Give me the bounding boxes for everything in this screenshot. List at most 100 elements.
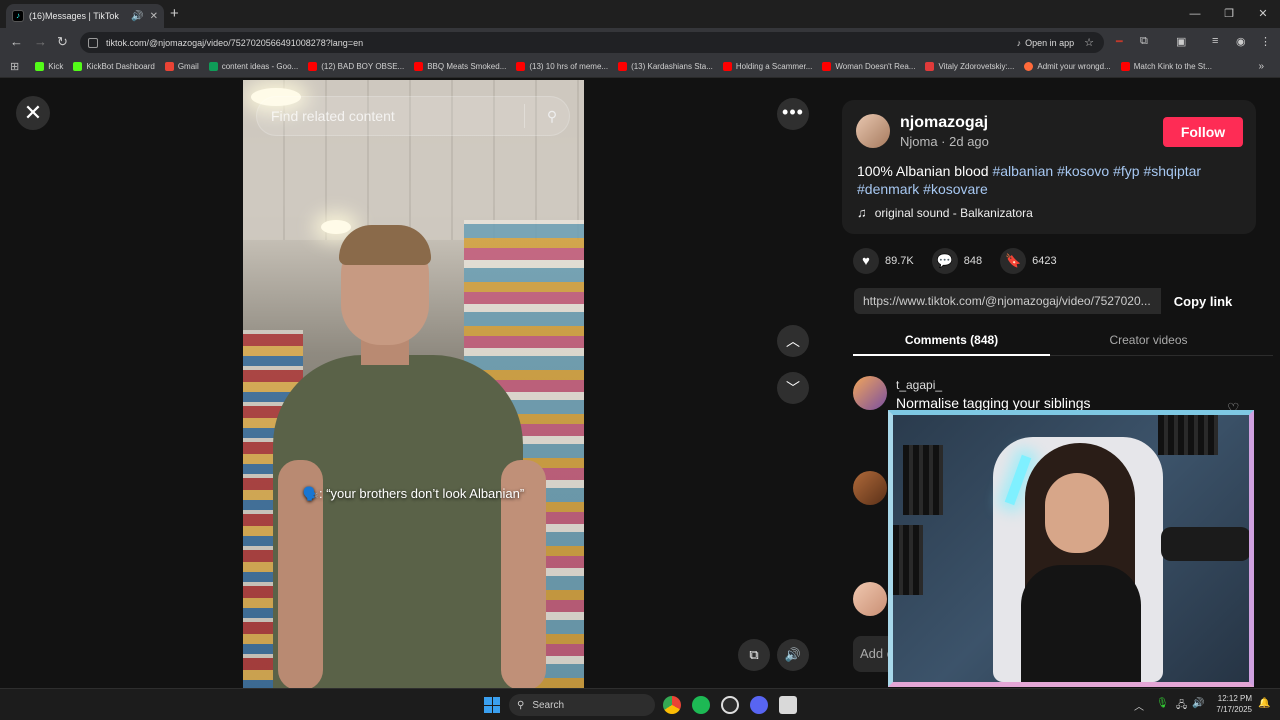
apps-grid-icon[interactable]: ⊞ bbox=[10, 60, 19, 73]
minimize-icon[interactable]: — bbox=[1178, 0, 1212, 28]
taskbar-search-label: Search bbox=[532, 699, 565, 711]
clock-date: 7/17/2025 bbox=[1216, 705, 1252, 714]
related-search-box[interactable]: ⚲ bbox=[256, 96, 570, 136]
speaker-icon[interactable]: 🔊 bbox=[131, 11, 143, 22]
related-search-input[interactable] bbox=[271, 108, 514, 124]
avatar[interactable] bbox=[856, 114, 890, 148]
app-icon[interactable] bbox=[779, 696, 797, 714]
comment-icon: 💬 bbox=[931, 248, 958, 274]
media-controls-icon[interactable]: ≡ bbox=[1212, 35, 1218, 47]
url-text[interactable]: tiktok.com/@njomazogaj/video/75270205664… bbox=[106, 38, 1017, 48]
taskbar-search[interactable]: ⚲ Search bbox=[509, 694, 655, 716]
bookmark-item[interactable]: Woman Doesn't Rea... bbox=[822, 62, 915, 71]
previous-video-button[interactable]: ︿ bbox=[777, 325, 809, 357]
copy-link-button[interactable]: Copy link bbox=[1161, 288, 1245, 314]
spotify-icon[interactable] bbox=[692, 696, 710, 714]
omnibox[interactable]: tiktok.com/@njomazogaj/video/75270205664… bbox=[80, 32, 1104, 53]
search-icon: ⚲ bbox=[517, 699, 525, 711]
more-bookmarks-icon[interactable]: » bbox=[1258, 61, 1264, 72]
tab-creator-videos[interactable]: Creator videos bbox=[1050, 326, 1247, 356]
hashtag[interactable]: #albanian bbox=[992, 163, 1053, 179]
bookmark-item[interactable]: Vitaly Zdorovetskiy:... bbox=[925, 62, 1014, 71]
next-video-button[interactable]: ﹀ bbox=[777, 372, 809, 404]
discord-icon[interactable] bbox=[750, 696, 768, 714]
speaker-icon[interactable]: 🔊 bbox=[1192, 698, 1204, 709]
hashtag[interactable]: #fyp bbox=[1113, 163, 1139, 179]
bookmark-item[interactable]: Holding a Scammer... bbox=[722, 62, 812, 71]
youtube-icon bbox=[308, 62, 318, 71]
bookmark-item[interactable]: Match Kink to the St... bbox=[1120, 62, 1212, 71]
profile-icon[interactable]: ◉ bbox=[1236, 35, 1246, 48]
clock-time: 12:12 PM bbox=[1217, 694, 1252, 703]
avatar[interactable] bbox=[853, 582, 887, 616]
search-icon[interactable]: ⚲ bbox=[535, 108, 569, 125]
extensions-puzzle-icon[interactable]: ⧉ bbox=[1140, 35, 1148, 48]
bookmark-item[interactable]: Kick bbox=[35, 62, 63, 71]
video-player[interactable]: 🗣️: “your brothers don’t look Albanian” bbox=[243, 80, 584, 688]
like-count: 89.7K bbox=[885, 255, 914, 267]
obs-icon[interactable] bbox=[721, 696, 739, 714]
avatar[interactable] bbox=[853, 376, 887, 410]
hashtag[interactable]: #shqiptar bbox=[1143, 163, 1201, 179]
avatar[interactable] bbox=[853, 471, 887, 505]
restore-icon[interactable]: ❐ bbox=[1212, 0, 1246, 28]
hashtag[interactable]: #denmark bbox=[857, 181, 919, 197]
close-tab-icon[interactable]: ✕ bbox=[150, 11, 158, 22]
bookmark-item[interactable]: KickBot Dashboard bbox=[73, 62, 155, 71]
youtube-icon bbox=[722, 62, 732, 71]
windows-start-icon[interactable] bbox=[484, 697, 500, 713]
extension-icon[interactable]: ━ bbox=[1116, 35, 1123, 48]
bookmark-item[interactable]: Admit your wrongd... bbox=[1024, 62, 1111, 71]
mini-player-button[interactable]: ⧉ bbox=[738, 639, 770, 671]
bookmark-item[interactable]: Gmail bbox=[164, 62, 199, 71]
tray-overflow-icon[interactable]: ︿ bbox=[1134, 698, 1144, 713]
follow-button[interactable]: Follow bbox=[1163, 117, 1243, 147]
forward-icon[interactable]: → bbox=[34, 34, 47, 49]
volume-button[interactable]: 🔊 bbox=[777, 639, 809, 671]
tab-bar: ♪ (16)Messages | TikTok 🔊 ✕ + — ❐ ✕ bbox=[0, 0, 1280, 28]
share-link-url[interactable]: https://www.tiktok.com/@njomazogaj/video… bbox=[854, 294, 1161, 308]
chevron-down-icon: ﹀ bbox=[786, 380, 800, 396]
taskbar-clock[interactable]: 12:12 PM 7/17/2025 bbox=[1212, 693, 1252, 715]
side-panel-icon[interactable]: ▣ bbox=[1176, 35, 1186, 48]
bookmark-item[interactable]: (12) BAD BOY OBSE... bbox=[308, 62, 404, 71]
microphone-icon[interactable]: 🎙 bbox=[1156, 698, 1169, 709]
chrome-icon[interactable] bbox=[663, 696, 681, 714]
post-description: 100% Albanian blood #albanian #kosovo #f… bbox=[857, 162, 1247, 198]
site-settings-icon[interactable] bbox=[88, 37, 98, 48]
bookmark-star-icon[interactable]: ☆ bbox=[1084, 36, 1094, 49]
more-options-button[interactable]: ••• bbox=[777, 98, 809, 130]
bookmark-item[interactable]: (13) Kardashians Sta... bbox=[618, 62, 713, 71]
et-icon bbox=[925, 62, 935, 71]
music-link[interactable]: ♫ original sound - Balkanizatora bbox=[857, 205, 1033, 220]
network-icon[interactable]: 🖧 bbox=[1176, 698, 1187, 715]
browser-tab[interactable]: ♪ (16)Messages | TikTok 🔊 ✕ bbox=[6, 4, 164, 28]
youtube-icon bbox=[618, 62, 628, 71]
like-button[interactable]: ♥ 89.7K bbox=[853, 248, 914, 274]
chevron-up-icon: ︿ bbox=[786, 333, 800, 349]
new-tab-icon[interactable]: + bbox=[170, 5, 179, 22]
tab-comments[interactable]: Comments (848) bbox=[853, 326, 1050, 356]
webcam-foam-panel bbox=[1158, 415, 1218, 455]
ellipsis-icon: ••• bbox=[782, 102, 804, 122]
bookmark-item[interactable]: BBQ Meats Smoked... bbox=[414, 62, 506, 71]
kick-icon bbox=[35, 62, 45, 71]
open-in-app-button[interactable]: ♪ Open in app bbox=[1017, 38, 1075, 48]
hashtag[interactable]: #kosovo bbox=[1057, 163, 1109, 179]
menu-kebab-icon[interactable]: ⋮ bbox=[1260, 35, 1271, 48]
heart-icon: ♥ bbox=[853, 248, 879, 274]
close-viewer-button[interactable]: ✕ bbox=[16, 96, 50, 130]
save-button[interactable]: 🔖 6423 bbox=[1000, 248, 1057, 274]
bookmark-item[interactable]: (13) 10 hrs of meme... bbox=[516, 62, 608, 71]
window-close-icon[interactable]: ✕ bbox=[1246, 0, 1280, 28]
back-icon[interactable]: ← bbox=[10, 34, 23, 49]
reload-icon[interactable]: ↻ bbox=[57, 34, 68, 50]
notification-bell-icon[interactable]: 🔔 bbox=[1258, 698, 1270, 709]
bookmark-item[interactable]: content ideas - Goo... bbox=[208, 62, 298, 71]
author-subtitle: Njoma · 2d ago bbox=[900, 134, 989, 149]
comment-username[interactable]: t_agapi_ bbox=[896, 378, 942, 392]
webcam-foam-panel bbox=[903, 445, 943, 515]
hashtag[interactable]: #kosovare bbox=[923, 181, 988, 197]
comment-button[interactable]: 💬 848 bbox=[931, 248, 982, 274]
author-username[interactable]: njomazogaj bbox=[900, 114, 988, 132]
